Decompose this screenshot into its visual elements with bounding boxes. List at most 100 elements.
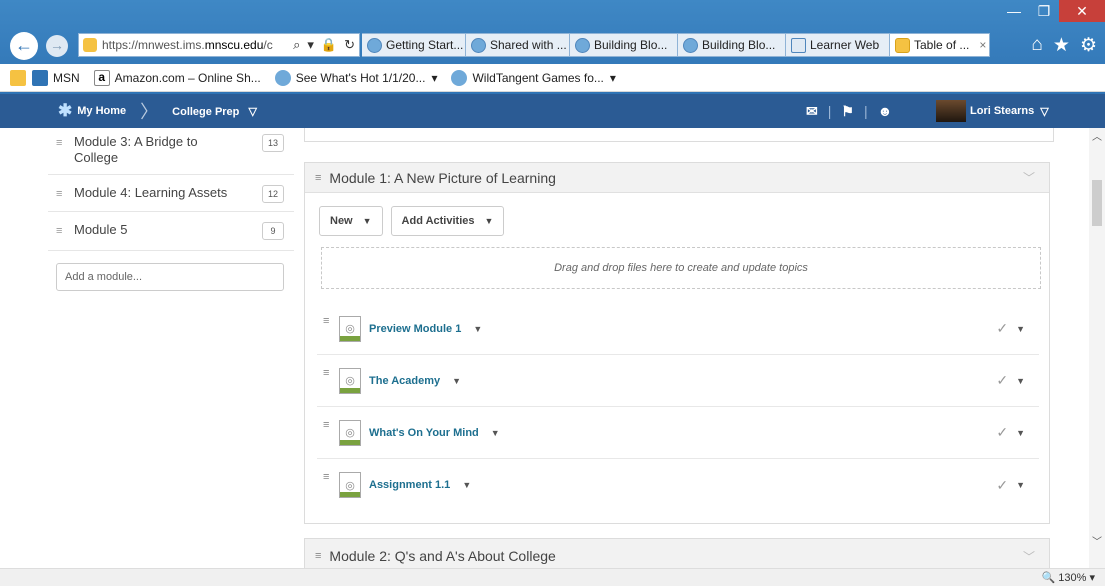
chevron-down-icon: ▼: [484, 216, 494, 226]
drag-handle-icon[interactable]: ≡: [317, 367, 339, 379]
topic-list: ≡ ◎ Preview Module 1 ▼ ✓ ▼ ≡ ◎ The Acade…: [317, 303, 1039, 511]
tab-getting-started[interactable]: Getting Start...: [362, 33, 466, 57]
drag-handle-icon[interactable]: ≡: [56, 137, 74, 149]
previous-panel-frame: [304, 128, 1054, 142]
tab-strip: Getting Start... Shared with ... Buildin…: [362, 33, 990, 57]
chevron-down-icon[interactable]: ▼: [1016, 376, 1025, 386]
user-menu[interactable]: Lori Stearns ▽: [936, 100, 1049, 122]
search-dropdown-icon[interactable]: ▾: [307, 37, 314, 53]
topic-link[interactable]: Preview Module 1: [369, 323, 461, 335]
favorite-msn[interactable]: MSN: [32, 69, 80, 86]
chevron-down-icon[interactable]: ▼: [462, 480, 471, 490]
module-2-header[interactable]: ≡ Module 2: Q's and A's About College ﹀: [304, 538, 1050, 568]
chevron-down-icon[interactable]: ▼: [452, 376, 461, 386]
back-button[interactable]: ←: [10, 32, 38, 60]
tab-shared-with[interactable]: Shared with ...: [466, 33, 570, 57]
navigation-row: ← → https://mnwest.ims.mnscu.edu/c ⌕ ▾ 🔒…: [0, 28, 1105, 64]
web-link-icon: ◎: [339, 315, 361, 342]
checkmark-icon: ✓: [996, 476, 1009, 493]
favorites-star-icon[interactable]: ★: [1053, 34, 1070, 57]
chevron-down-icon[interactable]: ▼: [1016, 480, 1025, 490]
chevron-down-icon[interactable]: ▼: [491, 428, 500, 438]
favorite-amazon[interactable]: a Amazon.com – Online Sh...: [93, 69, 261, 86]
sidebar-module-4[interactable]: ≡ Module 4: Learning Assets 12: [48, 175, 294, 212]
add-module-input[interactable]: Add a module...: [56, 263, 284, 291]
sidebar-module-5[interactable]: ≡ Module 5 9: [48, 212, 294, 251]
subscription-alerts-icon[interactable]: ☻: [878, 103, 893, 119]
chevron-down-icon[interactable]: ▼: [1016, 324, 1025, 334]
site-favicon-icon: [83, 38, 97, 52]
web-link-icon: ◎: [339, 419, 361, 446]
drag-handle-icon[interactable]: ≡: [315, 172, 321, 184]
search-icon[interactable]: ⌕: [293, 37, 300, 53]
module-label: Module 4: Learning Assets: [74, 185, 228, 200]
drag-handle-icon[interactable]: ≡: [315, 550, 321, 562]
collapse-chevron-icon[interactable]: ﹀: [1023, 169, 1035, 186]
drag-handle-icon[interactable]: ≡: [317, 419, 339, 431]
chevron-down-icon[interactable]: ▼: [1016, 428, 1025, 438]
new-button-label: New: [330, 215, 353, 227]
drag-handle-icon[interactable]: ≡: [317, 315, 339, 327]
tab-label: Building Blo...: [702, 38, 776, 52]
drag-handle-icon[interactable]: ≡: [317, 471, 339, 483]
tab-table-of-contents[interactable]: Table of ... ×: [890, 33, 990, 57]
topic-link[interactable]: The Academy: [369, 375, 440, 387]
drag-handle-icon[interactable]: ≡: [56, 225, 74, 237]
chevron-down-icon[interactable]: ▾: [431, 71, 437, 85]
new-button[interactable]: New ▼: [319, 206, 383, 236]
message-alerts-icon[interactable]: ✉: [806, 103, 818, 120]
scroll-down-icon[interactable]: ﹀: [1089, 533, 1105, 548]
drag-handle-icon[interactable]: ≡: [56, 188, 74, 200]
tab-label: Learner Web: [810, 38, 880, 52]
tab-label: Shared with ...: [490, 38, 567, 52]
address-url[interactable]: https://mnwest.ims.mnscu.edu/c: [102, 38, 288, 52]
favorite-wildtangent[interactable]: WildTangent Games fo... ▾: [451, 69, 616, 86]
minimize-button[interactable]: —: [999, 0, 1029, 22]
chevron-down-icon[interactable]: ▾: [610, 71, 616, 85]
favorites-star-icon[interactable]: [10, 69, 26, 86]
close-tab-icon[interactable]: ×: [979, 38, 986, 52]
file-drop-zone[interactable]: Drag and drop files here to create and u…: [321, 247, 1041, 289]
scroll-thumb[interactable]: [1092, 180, 1102, 226]
module-sidebar: ≡ Module 3: A Bridge to College 13 ≡ Mod…: [48, 128, 294, 291]
course-selector[interactable]: College Prep ▽: [172, 105, 257, 118]
globe-icon: [575, 37, 590, 53]
favorite-whats-hot[interactable]: See What's Hot 1/1/20... ▾: [274, 69, 437, 86]
forward-button[interactable]: →: [46, 35, 68, 57]
home-icon[interactable]: ⌂: [1031, 34, 1042, 57]
checkmark-icon: ✓: [996, 372, 1009, 388]
topic-status: ✓ ▼: [996, 320, 1025, 337]
favorite-label: Amazon.com – Online Sh...: [114, 70, 261, 85]
topic-row[interactable]: ≡ ◎ The Academy ▼ ✓ ▼: [317, 355, 1039, 407]
browser-chrome: — ❐ ✕ ← → https://mnwest.ims.mnscu.edu/c…: [0, 0, 1105, 94]
page-scrollbar[interactable]: ︿ ﹀: [1089, 128, 1105, 568]
chevron-down-icon[interactable]: ▼: [473, 324, 482, 334]
address-tools: ⌕ ▾ 🔒 ↻: [293, 37, 355, 53]
collapse-chevron-icon[interactable]: ﹀: [1023, 548, 1035, 565]
refresh-icon[interactable]: ↻: [344, 37, 355, 53]
close-window-button[interactable]: ✕: [1059, 0, 1105, 22]
module-1-header[interactable]: ≡ Module 1: A New Picture of Learning ﹀: [305, 163, 1049, 193]
restore-button[interactable]: ❐: [1029, 0, 1059, 22]
address-bar[interactable]: https://mnwest.ims.mnscu.edu/c ⌕ ▾ 🔒 ↻: [78, 33, 360, 57]
lock-icon[interactable]: 🔒: [321, 37, 337, 53]
tab-building-blocks-2[interactable]: Building Blo...: [678, 33, 786, 57]
update-alerts-icon[interactable]: ⚑: [841, 103, 854, 120]
topic-link[interactable]: What's On Your Mind: [369, 427, 479, 439]
settings-gear-icon[interactable]: ⚙: [1080, 34, 1097, 57]
topic-status: ✓ ▼: [996, 424, 1025, 441]
tab-building-blocks-1[interactable]: Building Blo...: [570, 33, 678, 57]
module-title: Module 1: A New Picture of Learning: [329, 169, 556, 186]
my-home-link[interactable]: ✱ My Home: [58, 101, 126, 121]
topic-row[interactable]: ≡ ◎ Assignment 1.1 ▼ ✓ ▼: [317, 459, 1039, 511]
ie-icon: [451, 69, 468, 86]
tab-learner-web[interactable]: Learner Web: [786, 33, 890, 57]
topic-link[interactable]: Assignment 1.1: [369, 479, 450, 491]
topic-status: ✓ ▼: [996, 372, 1025, 389]
topic-row[interactable]: ≡ ◎ What's On Your Mind ▼ ✓ ▼: [317, 407, 1039, 459]
add-activities-button[interactable]: Add Activities ▼: [390, 206, 505, 236]
zoom-control[interactable]: 🔍 130% ▾: [1042, 571, 1095, 584]
scroll-up-icon[interactable]: ︿: [1089, 128, 1105, 144]
topic-row[interactable]: ≡ ◎ Preview Module 1 ▼ ✓ ▼: [317, 303, 1039, 355]
sidebar-module-3[interactable]: ≡ Module 3: A Bridge to College 13: [48, 128, 294, 175]
